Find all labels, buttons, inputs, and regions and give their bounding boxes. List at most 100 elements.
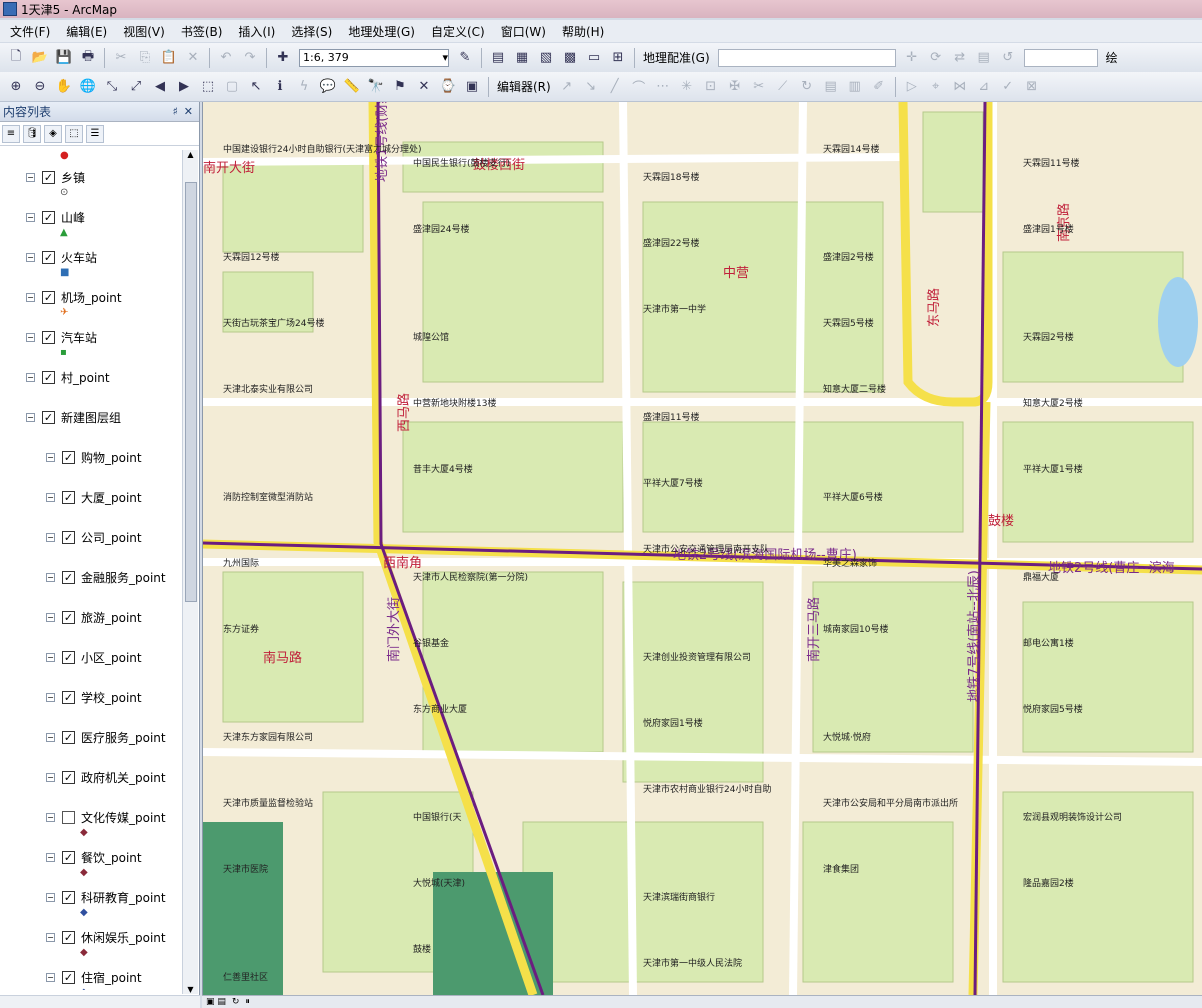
layer-visibility-checkbox[interactable]: ✓	[62, 690, 75, 704]
create-features-icon[interactable]: ✐	[869, 77, 889, 97]
layer-item[interactable]: − ✓ 新建图层组	[26, 408, 121, 426]
find-route-icon[interactable]: ⚑	[390, 77, 410, 97]
link-table-icon[interactable]: ▤	[974, 48, 994, 68]
add-data-icon[interactable]: ✚	[273, 48, 293, 68]
fixed-zoom-out-icon[interactable]: ⤢	[126, 77, 146, 97]
layer-item[interactable]: − ✓ 公司_point	[46, 528, 142, 546]
expand-toggle-icon[interactable]: −	[46, 812, 55, 822]
layer-visibility-checkbox[interactable]: ✓	[42, 210, 55, 224]
refresh-icon[interactable]: ↻	[232, 997, 240, 1007]
expand-toggle-icon[interactable]: −	[46, 932, 55, 942]
identify-icon[interactable]: ℹ	[270, 77, 290, 97]
model-builder-icon[interactable]: ⊞	[608, 48, 628, 68]
layer-item[interactable]: − ✓ 村_point	[26, 368, 110, 386]
layer-item[interactable]: − ✓ 政府机关_point	[46, 768, 166, 786]
forward-extent-icon[interactable]: ▶	[174, 77, 194, 97]
layer-item[interactable]: − ✓ 乡镇	[26, 168, 85, 186]
scroll-down-icon[interactable]: ▼	[183, 985, 198, 994]
pin-icon[interactable]: ♯	[172, 105, 177, 118]
expand-toggle-icon[interactable]: −	[26, 252, 35, 262]
topology-show-icon[interactable]: ⋈	[950, 77, 970, 97]
layer-item[interactable]: − ✓ 大厦_point	[46, 488, 142, 506]
clear-selection-icon[interactable]: ▢	[222, 77, 242, 97]
layer-item[interactable]: − ✓ 小区_point	[46, 648, 142, 666]
georef-layer-select[interactable]	[717, 48, 896, 67]
expand-toggle-icon[interactable]: −	[26, 292, 35, 302]
python-window-icon[interactable]: ▭	[584, 48, 604, 68]
editor-menu[interactable]: 编辑器(R)	[497, 78, 551, 95]
topology-validate-icon[interactable]: ✓	[998, 77, 1018, 97]
topology-edit-icon[interactable]: ▷	[902, 77, 922, 97]
expand-toggle-icon[interactable]: −	[46, 972, 55, 982]
layer-visibility-checkbox[interactable]: ✓	[62, 970, 75, 984]
list-by-visibility-icon[interactable]: ◈	[44, 124, 62, 143]
hyperlink-icon[interactable]: ϟ	[294, 77, 314, 97]
point-icon[interactable]: ✳	[677, 77, 697, 97]
layer-visibility-checkbox[interactable]: ✓	[42, 330, 55, 344]
layer-item[interactable]: − ✓ 餐饮_point	[46, 848, 142, 866]
catalog-icon[interactable]: ▦	[512, 48, 532, 68]
rotate-feature-icon[interactable]: ↻	[797, 77, 817, 97]
menu-edit[interactable]: 编辑(E)	[58, 23, 115, 40]
endpoint-arc-icon[interactable]: ⌒	[629, 77, 649, 97]
cut-polygon-icon[interactable]: ✂	[749, 77, 769, 97]
layer-item[interactable]: − ✓ 医疗服务_point	[46, 728, 166, 746]
full-extent-icon[interactable]: 🌐	[78, 77, 98, 97]
layer-visibility-checkbox[interactable]: ✓	[62, 890, 75, 904]
layer-item[interactable]: − 文化传媒_point	[46, 808, 166, 826]
expand-toggle-icon[interactable]: −	[46, 612, 55, 622]
expand-toggle-icon[interactable]: −	[46, 852, 55, 862]
georef-input-field[interactable]	[1023, 48, 1098, 67]
layer-visibility-checkbox[interactable]: ✓	[42, 410, 55, 424]
zoom-out-icon[interactable]: ⊖	[30, 77, 50, 97]
search-window-icon[interactable]: ▧	[536, 48, 556, 68]
layer-item[interactable]: − ✓ 购物_point	[46, 448, 142, 466]
table-of-contents-icon[interactable]: ▤	[488, 48, 508, 68]
pause-drawing-icon[interactable]: ⏸	[245, 997, 250, 1007]
select-elements-icon[interactable]: ↖	[246, 77, 266, 97]
straight-segment-icon[interactable]: ╱	[605, 77, 625, 97]
paste-icon[interactable]: 📋	[159, 48, 179, 68]
find-icon[interactable]: 🔭	[366, 77, 386, 97]
measure-icon[interactable]: 📏	[342, 77, 362, 97]
layer-visibility-checkbox[interactable]: ✓	[42, 170, 55, 184]
expand-toggle-icon[interactable]: −	[46, 452, 55, 462]
layer-visibility-checkbox[interactable]: ✓	[62, 770, 75, 784]
edit-vertices-icon[interactable]: ⊡	[701, 77, 721, 97]
menu-help[interactable]: 帮助(H)	[554, 23, 612, 40]
attributes-icon[interactable]: ▤	[821, 77, 841, 97]
select-features-icon[interactable]: ⬚	[198, 77, 218, 97]
toc-horizontal-scrollbar[interactable]	[0, 995, 200, 1008]
reshape-icon[interactable]: ✠	[725, 77, 745, 97]
html-popup-icon[interactable]: 💬	[318, 77, 338, 97]
layer-item[interactable]: − ✓ 休闲娱乐_point	[46, 928, 166, 946]
editor-toolbar-icon[interactable]: ✎	[455, 48, 475, 68]
split-icon[interactable]: ⟋	[773, 77, 793, 97]
layer-visibility-checkbox[interactable]: ✓	[62, 730, 75, 744]
expand-toggle-icon[interactable]: −	[46, 492, 55, 502]
back-extent-icon[interactable]: ◀	[150, 77, 170, 97]
control-point-icon[interactable]: ✛	[902, 48, 922, 68]
print-icon[interactable]: 🖶	[78, 48, 98, 68]
layer-item[interactable]: − ✓ 科研教育_point	[46, 888, 166, 906]
layer-visibility-checkbox[interactable]: ✓	[62, 530, 75, 544]
scroll-up-icon[interactable]: ▲	[183, 150, 198, 159]
layer-visibility-checkbox[interactable]: ✓	[62, 650, 75, 664]
menu-bookmarks[interactable]: 书签(B)	[173, 23, 231, 40]
edit-tool-icon[interactable]: ↗	[557, 77, 577, 97]
layer-visibility-checkbox[interactable]	[62, 810, 75, 824]
expand-toggle-icon[interactable]: −	[46, 532, 55, 542]
map-scale-select[interactable]: 1:6, 379 ▾	[299, 48, 449, 67]
expand-toggle-icon[interactable]: −	[46, 692, 55, 702]
pan-icon[interactable]: ✋	[54, 77, 74, 97]
arctoolbox-icon[interactable]: ▩	[560, 48, 580, 68]
expand-toggle-icon[interactable]: −	[26, 372, 35, 382]
layer-visibility-checkbox[interactable]: ✓	[62, 850, 75, 864]
layer-visibility-checkbox[interactable]: ✓	[42, 250, 55, 264]
layer-item[interactable]: − ✓ 机场_point	[26, 288, 122, 306]
map-view[interactable]: 南开大街 鼓楼西街 西马路 地铁1号线(财经大学--刘园) 地铁2号线(滨海国际机场--…	[202, 102, 1202, 995]
list-by-selection-icon[interactable]: ⬚	[65, 124, 83, 143]
expand-toggle-icon[interactable]: −	[26, 172, 35, 182]
layer-visibility-checkbox[interactable]: ✓	[62, 570, 75, 584]
layer-item[interactable]: − ✓ 金融服务_point	[46, 568, 166, 586]
